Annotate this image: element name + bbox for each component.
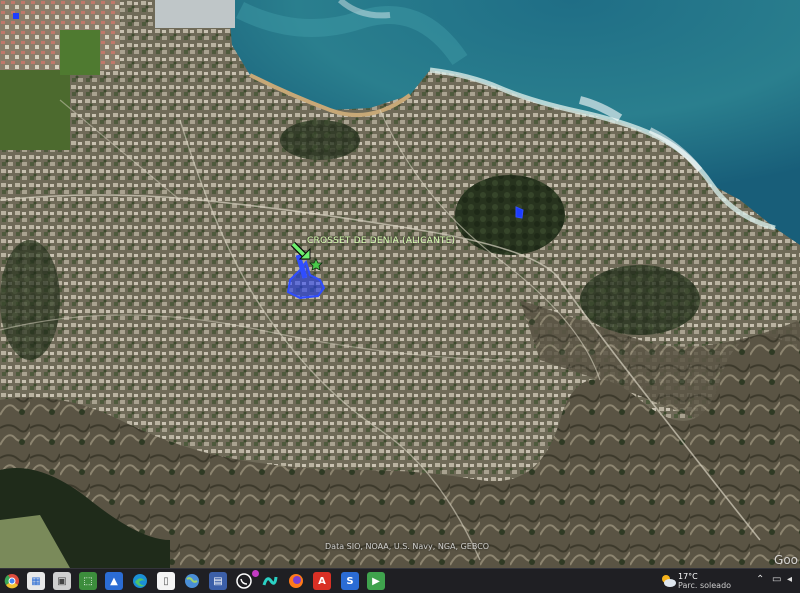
presentation-icon[interactable]: ▦ [27,572,45,590]
play-icon[interactable]: ▶ [367,572,385,590]
small-placemark-icon[interactable] [515,206,524,219]
taskbar: ▦ ▣ ⬚ ▲ ▯ ▤ A S ▶ 17°C Parc. soleado ⌃ ▭… [0,568,800,593]
whatsapp-icon[interactable] [235,572,253,590]
corner-placemark-icon[interactable] [13,13,19,19]
arrow-marker-icon[interactable] [290,241,311,260]
partly-sunny-icon [662,575,676,587]
map-logo: Goo [774,553,798,567]
notification-badge [252,570,259,577]
window-icon[interactable]: ▣ [53,572,71,590]
satellite-map[interactable]: CROSSET DE DENIA (ALICANTE) Data SIO, NO… [0,0,800,568]
placemark-label[interactable]: CROSSET DE DENIA (ALICANTE) [307,236,455,246]
placemark-overlay[interactable] [0,0,800,568]
chrome-icon[interactable] [3,572,21,590]
network-app-icon[interactable]: ⬚ [79,572,97,590]
weather-widget[interactable]: 17°C Parc. soleado [658,571,748,591]
chevron-up-icon[interactable]: ⌃ [756,574,764,585]
globe-icon[interactable] [183,572,201,590]
weather-description: Parc. soleado [678,581,732,590]
weather-temp: 17°C [678,572,698,581]
network-icon[interactable]: ▭ [772,574,781,585]
app-s-icon[interactable]: S [341,572,359,590]
image-viewer-icon[interactable]: ▲ [105,572,123,590]
pdf-reader-icon[interactable]: A [313,572,331,590]
edge-icon[interactable] [131,572,149,590]
document-icon[interactable]: ▯ [157,572,175,590]
map-attribution: Data SIO, NOAA, U.S. Navy, NGA, GEBCO [325,542,490,551]
app-wave-icon[interactable] [261,572,279,590]
save-disk-icon[interactable]: ▤ [209,572,227,590]
star-marker-icon[interactable] [309,258,323,271]
firefox-icon[interactable] [287,572,305,590]
volume-icon[interactable]: ◂ [787,574,792,585]
